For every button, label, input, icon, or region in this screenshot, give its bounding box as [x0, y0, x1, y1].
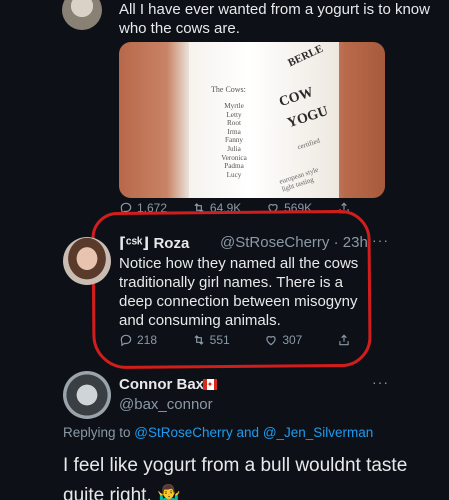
retweet-icon	[194, 335, 204, 345]
reply-count: 218	[137, 333, 158, 347]
tweet-actions: 218 551 307	[119, 333, 351, 347]
share-button[interactable]	[337, 333, 351, 347]
share-icon	[339, 334, 349, 346]
more-options-icon[interactable]: ···	[372, 232, 389, 248]
reply-button[interactable]: 218	[119, 333, 157, 347]
cows-label: The Cows:	[211, 85, 246, 94]
retweet-count: 551	[209, 333, 230, 347]
like-button[interactable]: 307	[264, 333, 302, 347]
avatar[interactable]	[63, 371, 111, 419]
retweet-button[interactable]: 551	[192, 333, 230, 347]
mention-link[interactable]: @_Jen_Silverman	[263, 425, 374, 440]
handle-and-time: @StRoseCherry · 23h	[220, 234, 368, 251]
tweet-text: Notice how they named all the cows tradi…	[119, 255, 359, 329]
avatar[interactable]	[63, 237, 111, 285]
cows-list: Myrtle Letty Root Irma Fanny Julia Veron…	[221, 102, 247, 179]
display-name[interactable]: Connor Bax	[119, 376, 204, 393]
tweet-text: I feel like yogurt from a bull wouldnt t…	[63, 455, 408, 500]
heart-icon	[266, 336, 276, 346]
more-options-icon[interactable]: ···	[372, 374, 389, 390]
mention-link[interactable]: @StRoseCherry	[134, 425, 232, 440]
like-count: 307	[282, 333, 303, 347]
reply-icon	[120, 334, 132, 347]
tweet-media-image[interactable]: The Cows: Myrtle Letty Root Irma Fanny J…	[119, 42, 385, 198]
avatar[interactable]	[62, 0, 102, 30]
replying-to: Replying to @StRoseCherry and @_Jen_Silv…	[63, 425, 373, 440]
canada-flag-icon: ✦	[203, 379, 217, 390]
replying-prefix: Replying to	[63, 425, 135, 440]
replying-and: and	[232, 425, 263, 440]
tweet-text: All I have ever wanted from a yogurt is …	[119, 1, 430, 37]
handle: @bax_connor	[119, 396, 213, 413]
display-name[interactable]: ⌈ᶜˢᵏ⌋ Roza	[119, 234, 189, 252]
